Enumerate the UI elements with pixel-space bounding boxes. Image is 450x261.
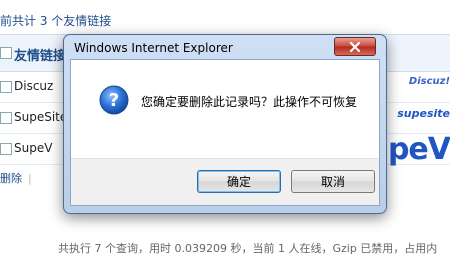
footer-stats: 共执行 7 个查询，用时 0.039209 秒，当前 1 人在线，Gzip 已禁… <box>58 242 438 255</box>
link-logo-discuz: Discuz! <box>408 76 450 87</box>
link-count-text: 前共计 3 个友情链接 <box>0 14 112 28</box>
close-button[interactable] <box>334 37 376 56</box>
row-checkbox[interactable] <box>0 143 12 155</box>
row-checkbox[interactable] <box>0 81 12 93</box>
link-name[interactable]: Discuz <box>14 79 53 93</box>
select-all-checkbox[interactable] <box>0 47 12 59</box>
dialog-title: Windows Internet Explorer <box>74 41 233 55</box>
dialog-message: 您确定要删除此记录吗？此操作不可恢复 <box>141 95 358 109</box>
table-title: 友情链接 <box>14 49 67 64</box>
ok-button[interactable]: 确定 <box>197 170 281 193</box>
confirm-dialog: Windows Internet Explorer ? 您确定要删除此记录吗？此… <box>63 34 387 214</box>
svg-text:?: ? <box>109 90 119 111</box>
link-name[interactable]: SupeSite <box>14 110 67 124</box>
link-logo-supesite: supesite <box>397 107 450 120</box>
link-name[interactable]: SupeV <box>14 141 52 155</box>
delete-label[interactable]: 删除 <box>0 172 22 185</box>
question-icon: ? <box>99 85 129 115</box>
close-icon <box>349 41 361 52</box>
cancel-button[interactable]: 取消 <box>291 170 375 193</box>
dialog-body: ? 您确定要删除此记录吗？此操作不可恢复 确定 取消 <box>70 59 380 206</box>
delete-link[interactable]: 删除 | <box>0 170 32 186</box>
divider: | <box>28 172 32 185</box>
row-checkbox[interactable] <box>0 112 12 124</box>
